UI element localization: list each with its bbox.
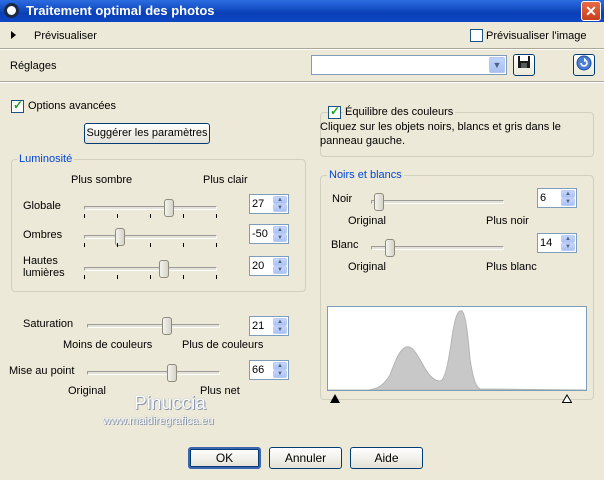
spin-down-icon[interactable]: ▼ [561, 198, 575, 206]
shadows-label: Ombres [23, 229, 63, 241]
spin-up-icon[interactable]: ▲ [273, 318, 287, 326]
expand-arrow-icon[interactable] [11, 31, 16, 39]
saturation-right-caption: Plus de couleurs [182, 339, 264, 351]
shadows-spinner[interactable]: -50 ▲ ▼ [249, 224, 289, 244]
window-title: Traitement optimal des photos [26, 3, 215, 18]
spin-down-icon[interactable]: ▼ [273, 326, 287, 334]
white-label: Blanc [331, 239, 359, 251]
color-balance-note: Cliquez sur les objets noirs, blancs et … [320, 121, 561, 147]
highlights-slider-track[interactable] [84, 267, 217, 271]
black-white-title: Noirs et blancs [327, 169, 404, 181]
advanced-options-checkbox[interactable] [11, 98, 24, 113]
global-slider-ticks [84, 214, 217, 218]
white-value: 14 [540, 237, 553, 249]
shadows-slider-track[interactable] [84, 235, 217, 239]
spin-up-icon[interactable]: ▲ [273, 362, 287, 370]
chevron-down-icon[interactable]: ▼ [489, 57, 505, 73]
saturation-left-caption: Moins de couleurs [63, 339, 153, 351]
spin-down-icon[interactable]: ▼ [273, 204, 287, 212]
preset-dropdown[interactable]: ▼ [311, 55, 507, 75]
black-slider-track[interactable] [371, 200, 504, 204]
focus-left-caption: Original [68, 385, 106, 397]
color-balance-checkbox[interactable] [328, 104, 341, 119]
suggest-settings-button[interactable]: Suggérer les paramètres [84, 123, 210, 144]
spin-down-icon[interactable]: ▼ [561, 243, 575, 251]
focus-value: 66 [252, 364, 265, 376]
watermark-name: Pinuccia [134, 393, 206, 414]
luminosity-left-caption: Plus sombre [71, 174, 133, 186]
black-spinner[interactable]: 6 ▲ ▼ [537, 188, 577, 208]
reset-arrow-icon [576, 55, 592, 71]
shadows-value: -50 [252, 228, 268, 240]
focus-spinner[interactable]: 66 ▲ ▼ [249, 360, 289, 380]
highlights-spinner[interactable]: 20 ▲ ▼ [249, 256, 289, 276]
preview-label[interactable]: Prévisualiser [34, 30, 97, 42]
global-value: 27 [252, 198, 265, 210]
floppy-disk-icon [518, 56, 530, 68]
spin-down-icon[interactable]: ▼ [273, 370, 287, 378]
app-icon [4, 3, 19, 18]
global-spinner[interactable]: 27 ▲ ▼ [249, 194, 289, 214]
black-value: 6 [540, 192, 547, 204]
luminosity-title: Luminosité [17, 153, 75, 165]
help-button[interactable]: Aide [350, 447, 423, 469]
title-bar: Traitement optimal des photos ✕ [0, 0, 604, 22]
saturation-spinner[interactable]: 21 ▲ ▼ [249, 316, 289, 336]
color-balance-label: Équilibre des couleurs [343, 106, 456, 118]
histogram [327, 306, 587, 391]
shadows-slider-ticks [84, 243, 217, 247]
saturation-value: 21 [252, 320, 265, 332]
settings-label: Réglages [10, 60, 57, 72]
white-spinner[interactable]: 14 ▲ ▼ [537, 233, 577, 253]
global-slider-track[interactable] [84, 206, 217, 210]
black-slider-thumb[interactable] [373, 193, 384, 211]
preview-image-label: Prévisualiser l'image [486, 30, 587, 42]
spin-up-icon[interactable]: ▲ [273, 196, 287, 204]
spin-up-icon[interactable]: ▲ [273, 226, 287, 234]
saturation-slider-thumb[interactable] [161, 317, 172, 335]
highlights-value: 20 [252, 260, 265, 272]
focus-label: Mise au point [9, 365, 75, 377]
spin-up-icon[interactable]: ▲ [561, 190, 575, 198]
global-label: Globale [23, 200, 61, 212]
black-label: Noir [332, 193, 353, 205]
save-preset-button[interactable] [513, 54, 535, 76]
reset-button[interactable] [573, 54, 595, 76]
highlights-label: Hautes [23, 255, 58, 267]
watermark-url: www.maidiregrafica.eu [103, 415, 214, 427]
black-left-caption: Original [348, 215, 386, 227]
black-point-marker-icon[interactable] [330, 394, 340, 403]
spin-up-icon[interactable]: ▲ [561, 235, 575, 243]
preview-image-checkbox[interactable] [470, 29, 483, 42]
focus-slider-thumb[interactable] [167, 364, 178, 382]
advanced-options-label: Options avancées [28, 100, 117, 112]
spin-down-icon[interactable]: ▼ [273, 266, 287, 274]
saturation-label: Saturation [23, 318, 74, 330]
close-button[interactable]: ✕ [581, 1, 601, 21]
luminosity-right-caption: Plus clair [203, 174, 248, 186]
spin-down-icon[interactable]: ▼ [273, 234, 287, 242]
white-left-caption: Original [348, 261, 386, 273]
saturation-slider-track[interactable] [87, 324, 220, 328]
white-point-marker-icon[interactable] [562, 394, 572, 403]
ok-button[interactable]: OK [188, 447, 261, 469]
cancel-button[interactable]: Annuler [269, 447, 342, 469]
highlights-label-2: lumières [23, 267, 65, 279]
white-right-caption: Plus blanc [486, 261, 537, 273]
histogram-curve [328, 310, 587, 391]
focus-slider-track[interactable] [87, 371, 220, 375]
spin-up-icon[interactable]: ▲ [273, 258, 287, 266]
highlights-slider-ticks [84, 275, 217, 279]
black-right-caption: Plus noir [486, 215, 529, 227]
white-slider-thumb[interactable] [384, 239, 395, 257]
